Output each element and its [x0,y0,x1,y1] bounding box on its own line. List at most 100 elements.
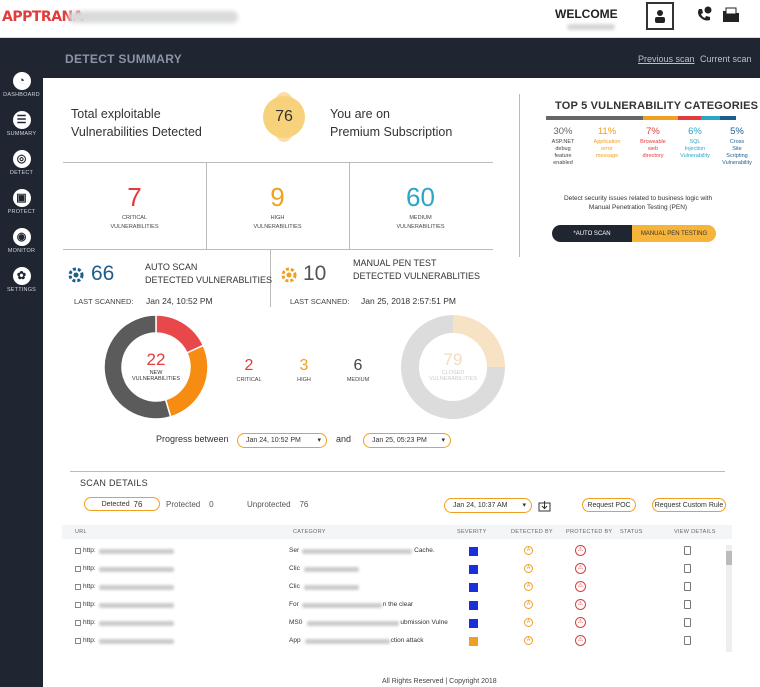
table-row: http: Clic A ⚠ [62,561,732,579]
protected-by-icon: ⚠ [575,545,586,556]
top5-bar-segment-2 [678,116,701,120]
progress-to-select[interactable]: Jan 25, 05:23 PM ▾ [363,433,451,448]
and-label: and [336,434,352,444]
auto-scan-toggle[interactable]: *AUTO SCAN [552,225,632,242]
chevron-down-icon: ▾ [317,437,321,444]
new-high-stat: 3 HIGH [297,357,311,383]
sidebar-item-settings[interactable]: ✿ SETTINGS [0,267,43,293]
manual-pen-testing-toggle[interactable]: MANUAL PEN TESTING [632,225,716,242]
protected-by-icon: ⚠ [575,599,586,610]
detected-by-icon: A [524,600,533,609]
row-checkbox[interactable] [75,584,81,590]
list-icon: ☰ [12,111,31,129]
user-icon [655,10,665,23]
column-category[interactable]: CATEGORY [293,529,326,535]
current-scan-link[interactable]: Current scan [700,54,752,64]
row-checkbox[interactable] [75,602,81,608]
donut-segment-critical [155,314,205,354]
severity-indicator [469,601,478,610]
divider [63,162,493,163]
total-vulnerabilities-label: Total exploitable Vulnerabilities Detect… [71,107,202,139]
row-checkbox[interactable] [75,620,81,626]
view-details-icon[interactable] [684,618,691,627]
auto-scan-title: AUTO SCAN DETECTED VULNERABLITIES [145,262,273,285]
row-checkbox[interactable] [75,638,81,644]
column-status[interactable]: STATUS [620,529,643,535]
auto-last-scanned-value: Jan 24, 10:52 PM [146,296,213,306]
page-header: DETECT SUMMARY Previous scan Current sca… [43,38,760,78]
top5-bar-segment-4 [719,116,736,120]
table-row: http: Ser Cache. A ⚠ [62,543,732,561]
user-name-redacted [567,24,615,30]
critical-counter: 7 CRITICAL VULNERABILITIES [110,182,159,230]
detected-by-icon: A [524,582,533,591]
view-details-icon[interactable] [684,636,691,645]
auto-last-scanned-label: LAST SCANNED: [74,297,134,306]
subscription-label: You are on Premium Subscription [330,107,453,139]
detected-by-icon: A [524,564,533,573]
scrollbar-thumb[interactable] [726,551,732,565]
auto-scan-count: 66 [91,262,115,285]
detected-filter-button[interactable]: Detected 76 [84,497,160,511]
view-details-icon[interactable] [684,582,691,591]
divider [63,249,493,250]
sidebar: ◔ DASHBOARD ☰ SUMMARY ◎ DETECT ▣ PROTECT… [0,38,43,687]
sidebar-item-summary[interactable]: ☰ SUMMARY [0,111,43,137]
request-poc-button[interactable]: Request POC [582,498,636,512]
top5-category-sql: 6% SQL Injection Vulnerability [680,126,710,159]
monitor-icon: ◉ [12,228,31,246]
column-url[interactable]: URL [75,529,87,535]
table-scrollbar[interactable] [726,545,732,652]
user-profile-button[interactable] [646,2,674,30]
top5-title: TOP 5 VULNERABILITY CATEGORIES [555,100,759,112]
divider [519,94,520,257]
sidebar-item-protect[interactable]: ▣ PROTECT [0,189,43,215]
folder-icon[interactable] [722,6,740,29]
progress-from-select[interactable]: Jan 24, 10:52 PM ▾ [237,433,327,448]
gear-icon: ✿ [12,267,31,285]
table-row: http: MS0 ubmission Vulne A ⚠ [62,615,732,633]
row-checkbox[interactable] [75,566,81,572]
view-details-icon[interactable] [684,600,691,609]
protected-by-icon: ⚠ [575,563,586,574]
auto-scan-gear-icon [68,267,84,283]
pen-testing-description: Detect security issues related to busine… [563,195,713,211]
scan-details-title: SCAN DETAILS [80,478,148,488]
view-details-icon[interactable] [684,564,691,573]
request-custom-rule-button[interactable]: Request Custom Rule [652,498,726,512]
top5-category-aspnet: 30% ASP.NET debug feature enabled [551,126,575,166]
view-details-icon[interactable] [684,546,691,555]
row-checkbox[interactable] [75,548,81,554]
phone-chat-icon[interactable] [695,6,713,29]
protected-filter[interactable]: Protected 0 [166,500,214,509]
closed-vulnerabilities-label: 79 CLOSED VULNERABILITIES [429,350,477,382]
scan-type-toggle[interactable]: *AUTO SCAN MANUAL PEN TESTING [552,225,716,242]
table-row: http: For n the clear A ⚠ [62,597,732,615]
unprotected-filter[interactable]: Unprotected 76 [247,500,308,509]
severity-indicator [469,583,478,592]
detected-by-icon: A [524,636,533,645]
high-counter: 9 HIGH VULNERABILITIES [253,182,302,230]
medium-counter: 60 MEDIUM VULNERABILITIES [396,182,445,230]
previous-scan-link[interactable]: Previous scan [638,54,695,64]
protected-by-icon: ⚠ [575,635,586,646]
column-protected-by[interactable]: PROTECTED BY [566,529,612,535]
column-detected-by[interactable]: DETECTED BY [511,529,553,535]
top5-bar-segment-3 [700,116,720,120]
progress-between-label: Progress between [156,434,229,444]
scan-date-select[interactable]: Jan 24, 10:37 AM ▾ [444,498,532,513]
sidebar-item-monitor[interactable]: ◉ MONITOR [0,228,43,254]
column-view-details[interactable]: VIEW DETAILS [674,529,716,535]
page-title: DETECT SUMMARY [65,52,183,66]
top5-category-app-error: 11% Application error message [593,126,621,159]
detect-icon: ◎ [12,150,31,168]
download-icon[interactable] [538,500,551,512]
chevron-down-icon: ▾ [441,437,445,444]
sidebar-item-dashboard[interactable]: ◔ DASHBOARD [0,72,43,98]
top5-bar-segment-0 [546,116,643,120]
protected-by-icon: ⚠ [575,581,586,592]
column-severity[interactable]: SEVERITY [457,529,487,535]
severity-indicator [469,547,478,556]
sidebar-item-detect[interactable]: ◎ DETECT [0,150,43,176]
new-medium-stat: 6 MEDIUM [346,357,370,383]
